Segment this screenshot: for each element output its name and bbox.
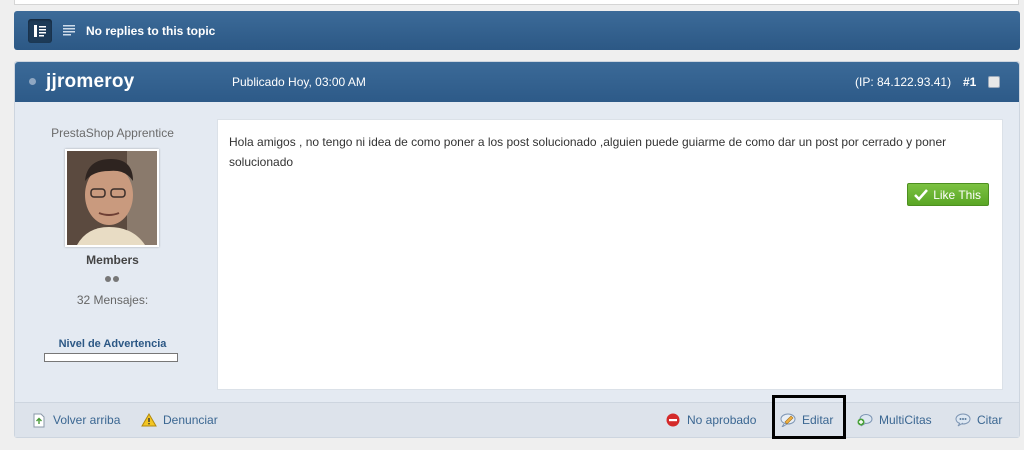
report-label: Denunciar bbox=[163, 413, 218, 427]
checkbox-icon[interactable] bbox=[988, 76, 1000, 88]
multiquote-button[interactable]: MultiCitas bbox=[857, 412, 932, 428]
post-number-link[interactable]: #1 bbox=[963, 75, 976, 89]
avatar[interactable] bbox=[65, 149, 159, 247]
report-link[interactable]: Denunciar bbox=[141, 412, 218, 428]
online-status-icon bbox=[29, 78, 36, 85]
topic-reply-bar: No replies to this topic bbox=[14, 11, 1020, 50]
quote-button[interactable]: Citar bbox=[955, 412, 1002, 428]
moderation-icon bbox=[34, 24, 46, 37]
post-date: Publicado Hoy, 03:00 AM bbox=[232, 75, 366, 89]
author-name-link[interactable]: jjromeroy bbox=[46, 71, 134, 93]
back-to-top-link[interactable]: Volver arriba bbox=[31, 412, 120, 428]
post-content: Hola amigos , no tengo ni idea de como p… bbox=[229, 135, 947, 169]
author-group: Members bbox=[86, 253, 139, 267]
multiquote-icon bbox=[857, 412, 873, 428]
post-container: jjromeroy Publicado Hoy, 03:00 AM (IP: 8… bbox=[14, 61, 1020, 439]
quote-label: Citar bbox=[977, 413, 1003, 427]
post-body: Hola amigos , no tengo ni idea de como p… bbox=[217, 119, 1003, 390]
edit-highlight-box bbox=[772, 395, 846, 439]
post-ip: (IP: 84.122.93.41) bbox=[855, 75, 952, 89]
post-controls: Volver arriba Denunciar No aprobado Edit… bbox=[15, 395, 1019, 439]
page-up-icon bbox=[31, 412, 47, 428]
unapproved-label: No aprobado bbox=[687, 413, 757, 427]
quote-icon bbox=[955, 412, 971, 428]
like-button[interactable]: Like This bbox=[907, 183, 989, 206]
previous-panel-edge bbox=[14, 0, 1019, 5]
author-rank: PrestaShop Apprentice bbox=[51, 126, 174, 140]
like-label: Like This bbox=[933, 187, 981, 202]
back-to-top-label: Volver arriba bbox=[53, 413, 121, 427]
list-icon bbox=[63, 25, 75, 37]
post-count: 32 Mensajes: bbox=[76, 293, 149, 307]
warning-icon bbox=[141, 412, 157, 428]
author-panel: PrestaShop Apprentice Members 32 Mensaje… bbox=[15, 102, 215, 392]
moderation-button[interactable] bbox=[28, 18, 52, 43]
unapproved-link[interactable]: No aprobado bbox=[665, 412, 756, 428]
warning-level-bar bbox=[44, 353, 178, 362]
reputation-pips bbox=[105, 276, 119, 282]
replies-status-text: No replies to this topic bbox=[86, 23, 216, 38]
post-header: jjromeroy Publicado Hoy, 03:00 AM (IP: 8… bbox=[15, 62, 1019, 102]
multiquote-label: MultiCitas bbox=[879, 413, 932, 427]
warning-level-link[interactable]: Nivel de Advertencia bbox=[15, 338, 210, 350]
no-entry-icon bbox=[665, 412, 681, 428]
checkmark-icon bbox=[914, 188, 929, 201]
